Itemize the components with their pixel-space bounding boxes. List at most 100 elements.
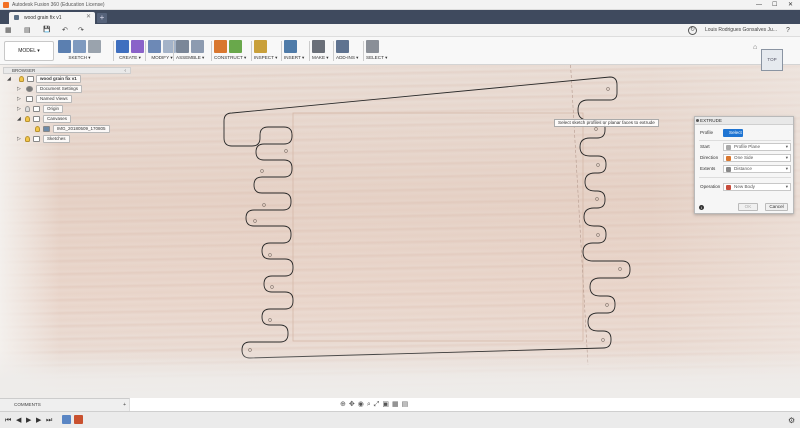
visibility-bulb-icon[interactable] xyxy=(25,116,30,122)
extrude-dialog-header[interactable]: EXTRUDE xyxy=(695,117,793,125)
toolbar-group-label[interactable]: SELECT ▾ xyxy=(366,54,387,61)
expand-icon[interactable]: ◢ xyxy=(17,117,21,122)
toolbar-group-6[interactable]: INSERT ▾ xyxy=(284,39,304,64)
timeline-canvas-icon[interactable] xyxy=(62,415,71,424)
minimize-button[interactable]: — xyxy=(756,0,762,10)
timeline-settings-icon[interactable]: ⚙ xyxy=(788,416,795,425)
step-back-icon[interactable]: ◀ xyxy=(16,416,21,425)
comments-toggle-icon[interactable]: + xyxy=(123,402,126,408)
undo-icon[interactable]: ↶ xyxy=(62,26,68,35)
browser-header[interactable]: BROWSER ‹ xyxy=(3,67,131,74)
tool-icon[interactable] xyxy=(58,40,71,53)
save-icon[interactable]: 💾 xyxy=(43,26,50,35)
browser-item-document-settings[interactable]: ▷ Document Settings xyxy=(3,85,133,94)
operation-dropdown[interactable]: New Body ▾ xyxy=(723,183,791,191)
graphics-canvas[interactable]: BROWSER ‹ ◢ wood grain fix v1 ▷ Document Se… xyxy=(0,65,800,398)
go-to-end-icon[interactable]: ⏭ xyxy=(46,416,52,425)
visibility-bulb-icon[interactable] xyxy=(19,76,24,82)
grid-settings-icon[interactable]: ▦ xyxy=(392,400,399,410)
account-name[interactable]: Louis Rodrigues Gonsalves Ju... xyxy=(705,26,777,35)
toolbar-group-9[interactable]: SELECT ▾ xyxy=(366,39,387,64)
tool-icon[interactable] xyxy=(148,40,161,53)
toolbar-group-label[interactable]: MAKE ▾ xyxy=(312,54,329,61)
browser-item-sketches[interactable]: ▷ Sketches xyxy=(3,135,133,144)
look-at-icon[interactable]: ◉ xyxy=(358,400,364,410)
toolbar-group-label[interactable]: MODIFY ▾ xyxy=(148,54,176,61)
zoom-icon[interactable]: ⌕ xyxy=(367,400,371,410)
info-icon[interactable]: i xyxy=(699,205,704,210)
viewports-icon[interactable]: ▤ xyxy=(402,400,409,410)
display-settings-icon[interactable]: ▣ xyxy=(382,400,389,410)
tool-icon[interactable] xyxy=(214,40,227,53)
start-dropdown[interactable]: Profile Plane ▾ xyxy=(723,143,791,151)
expand-icon[interactable]: ▷ xyxy=(17,87,21,92)
browser-item-origin[interactable]: ▷ Origin xyxy=(3,105,133,114)
tool-icon[interactable] xyxy=(284,40,297,53)
tool-icon[interactable] xyxy=(366,40,379,53)
document-tab[interactable]: wood grain fix v1 ✕ xyxy=(9,12,95,24)
direction-dropdown[interactable]: One Side ▾ xyxy=(723,154,791,162)
visibility-bulb-icon[interactable] xyxy=(25,136,30,142)
browser-item-named-views[interactable]: ▷ Named Views xyxy=(3,95,133,104)
tool-icon[interactable] xyxy=(73,40,86,53)
go-to-start-icon[interactable]: ⏮ xyxy=(5,416,11,425)
visibility-bulb-icon[interactable] xyxy=(35,126,40,132)
comments-panel[interactable]: COMMENTS + xyxy=(0,398,130,411)
close-window-button[interactable]: ✕ xyxy=(788,0,793,10)
expand-icon[interactable]: ▷ xyxy=(17,137,21,142)
tool-icon[interactable] xyxy=(131,40,144,53)
browser-collapse-icon[interactable]: ‹ xyxy=(124,68,126,74)
toolbar-group-label[interactable]: INSERT ▾ xyxy=(284,54,304,61)
tool-icon[interactable] xyxy=(88,40,101,53)
fit-icon[interactable]: ⤢ xyxy=(374,400,380,410)
play-icon[interactable]: ▶ xyxy=(26,416,31,425)
cancel-button[interactable]: Cancel xyxy=(765,203,788,211)
tool-icon[interactable] xyxy=(229,40,242,53)
tool-icon[interactable] xyxy=(312,40,325,53)
ok-button[interactable]: OK xyxy=(738,203,758,211)
job-status-icon[interactable]: ↻ xyxy=(688,26,697,35)
toolbar-group-8[interactable]: ADD-INS ▾ xyxy=(336,39,358,64)
expand-icon[interactable]: ▷ xyxy=(17,97,21,102)
new-tab-button[interactable]: + xyxy=(97,13,107,23)
expand-icon[interactable]: ◢ xyxy=(7,77,11,82)
toolbar-group-label[interactable]: SKETCH ▾ xyxy=(58,54,101,61)
home-icon[interactable]: ⌂ xyxy=(753,44,757,52)
toolbar-group-label[interactable]: ADD-INS ▾ xyxy=(336,54,358,61)
browser-item-canvases[interactable]: ◢ Canvases xyxy=(3,115,133,124)
maximize-button[interactable]: ☐ xyxy=(772,0,777,10)
browser-item-canvas-image[interactable]: IMG_20180509_170805 xyxy=(3,125,133,134)
tool-icon[interactable] xyxy=(163,40,176,53)
tool-icon[interactable] xyxy=(116,40,129,53)
data-panel-grid-icon[interactable]: ▦ xyxy=(5,26,12,35)
timeline-sketch-icon[interactable] xyxy=(74,415,83,424)
browser-item-root[interactable]: ◢ wood grain fix v1 xyxy=(3,75,133,84)
toolbar-group-label[interactable]: CREATE ▾ xyxy=(116,54,144,61)
toolbar-group-label[interactable]: INSPECT ▾ xyxy=(254,54,277,61)
extents-dropdown[interactable]: Distance ▾ xyxy=(723,165,791,173)
toolbar-group-3[interactable]: ASSEMBLE ▾ xyxy=(176,39,204,64)
step-forward-icon[interactable]: ▶ xyxy=(36,416,41,425)
toolbar-group-label[interactable]: CONSTRUCT ▾ xyxy=(214,54,246,61)
file-menu-icon[interactable]: ▤ xyxy=(24,26,31,35)
toolbar-group-7[interactable]: MAKE ▾ xyxy=(312,39,329,64)
view-cube[interactable]: ⌂ TOP xyxy=(753,44,783,71)
close-tab-icon[interactable]: ✕ xyxy=(86,14,91,21)
help-icon[interactable]: ? xyxy=(786,26,790,35)
profile-select-button[interactable]: Select xyxy=(723,129,743,137)
toolbar-group-4[interactable]: CONSTRUCT ▾ xyxy=(214,39,246,64)
tool-icon[interactable] xyxy=(176,40,189,53)
pan-icon[interactable]: ✥ xyxy=(349,400,355,410)
dialog-menu-icon[interactable] xyxy=(696,119,699,122)
tool-icon[interactable] xyxy=(336,40,349,53)
toolbar-group-5[interactable]: INSPECT ▾ xyxy=(254,39,277,64)
toolbar-group-label[interactable]: ASSEMBLE ▾ xyxy=(176,54,204,61)
orbit-icon[interactable]: ⊕ xyxy=(340,400,346,410)
tool-icon[interactable] xyxy=(254,40,267,53)
workspace-switcher[interactable]: MODEL ▾ xyxy=(4,41,54,61)
toolbar-group-0[interactable]: SKETCH ▾ xyxy=(58,39,101,64)
redo-icon[interactable]: ↷ xyxy=(78,26,84,35)
expand-icon[interactable]: ▷ xyxy=(17,107,21,112)
toolbar-group-1[interactable]: CREATE ▾ xyxy=(116,39,144,64)
tool-icon[interactable] xyxy=(191,40,204,53)
